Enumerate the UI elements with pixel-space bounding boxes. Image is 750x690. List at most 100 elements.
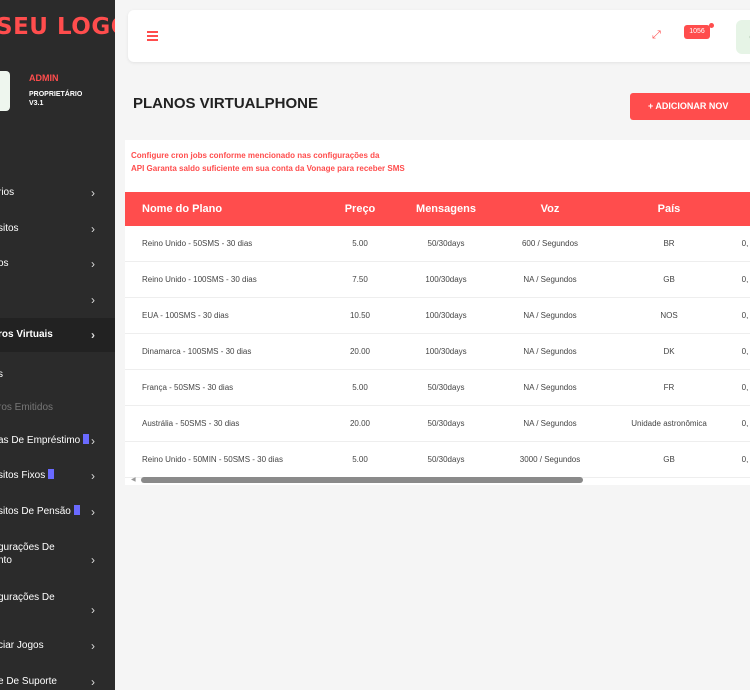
- notice-line: Configure cron jobs conforme mencionado …: [131, 151, 380, 160]
- cell-voice: 600 / Segundos: [487, 226, 613, 262]
- cell-country: GB: [613, 261, 725, 298]
- cell-price: 5.00: [315, 441, 405, 478]
- sidebar-item-fixed-deposits[interactable]: sitos Fixos ›: [0, 467, 115, 485]
- table-row: Austrália - 50SMS - 30 dias 20.00 50/30day…: [125, 405, 750, 442]
- cell-plan-name: Austrália - 50SMS - 30 dias: [125, 405, 315, 442]
- plans-table: Nome do Plano Preço Mensagens Voz País R…: [125, 192, 750, 478]
- sidebar: SEU LOGO ADMIN PROPRIETÁRIO V3.1 l rios ›…: [0, 0, 115, 690]
- version-label: V3.1: [29, 100, 44, 107]
- column-header-price[interactable]: Preço: [315, 192, 405, 226]
- sidebar-item-label: s: [0, 369, 3, 380]
- cell-price: 7.50: [315, 261, 405, 298]
- notice-line: API Garanta saldo suficiente em sua cont…: [131, 164, 405, 173]
- cron-notice: Configure cron jobs conforme mencionado …: [131, 149, 405, 175]
- sidebar-item-withdrawals[interactable]: os ›: [0, 255, 115, 273]
- cell-price: 20.00: [315, 333, 405, 370]
- sidebar-item-label: ciar Jogos: [0, 640, 44, 651]
- cell-truncated: 0,: [725, 405, 750, 442]
- sidebar-item-label: sitos: [0, 223, 19, 234]
- sidebar-item-label: e De Suporte: [0, 676, 57, 687]
- cell-truncated: 0,: [725, 226, 750, 262]
- sidebar-item-virtual-numbers[interactable]: ros Virtuais ›: [0, 318, 115, 352]
- sidebar-item-label: gurações De: [0, 592, 55, 603]
- sidebar-item-label: ros Virtuais: [0, 329, 53, 340]
- sidebar-item-label: gurações De nto: [0, 542, 55, 566]
- cell-price: 10.50: [315, 297, 405, 334]
- sidebar-item-deposits[interactable]: sitos ›: [0, 220, 115, 238]
- sidebar-item-pension-deposits[interactable]: sitos De Pensão ›: [0, 503, 115, 521]
- cell-plan-name: Reino Unido - 50SMS - 30 dias: [125, 226, 315, 262]
- column-header-truncated[interactable]: [725, 192, 750, 226]
- cell-voice: NA / Segundos: [487, 297, 613, 334]
- brand-logo: SEU LOGO: [0, 14, 115, 40]
- chevron-right-icon: ›: [91, 293, 95, 307]
- sidebar-item-label: sitos Fixos: [0, 470, 46, 481]
- chevron-right-icon: ›: [91, 434, 95, 448]
- column-header-country[interactable]: País: [613, 192, 725, 226]
- sidebar-item-manage-games[interactable]: ciar Jogos ›: [0, 637, 115, 655]
- cell-country: DK: [613, 333, 725, 370]
- cell-plan-name: EUA - 100SMS - 30 dias: [125, 297, 315, 334]
- column-header-voice[interactable]: Voz: [487, 192, 613, 226]
- add-new-button[interactable]: + ADICIONAR NOV: [630, 93, 750, 120]
- new-badge-icon: [73, 505, 80, 515]
- table-row: Reino Unido - 50MIN - 50SMS - 30 dias 5.0…: [125, 441, 750, 478]
- plans-card: Configure cron jobs conforme mencionado …: [125, 140, 750, 485]
- chevron-right-icon: ›: [91, 257, 95, 271]
- cell-messages: 100/30days: [405, 261, 487, 298]
- sidebar-item-unlabeled[interactable]: ›: [0, 291, 115, 309]
- sidebar-item-users[interactable]: rios ›: [0, 184, 115, 202]
- cell-country: NOS: [613, 297, 725, 334]
- sidebar-subitem-plans[interactable]: s: [0, 366, 115, 384]
- horizontal-scrollbar[interactable]: ◀: [125, 476, 750, 484]
- cell-price: 5.00: [315, 226, 405, 262]
- cell-messages: 100/30days: [405, 297, 487, 334]
- sidebar-item-label: sitos De Pensão: [0, 506, 71, 517]
- column-header-messages[interactable]: Mensagens: [405, 192, 487, 226]
- scroll-left-arrow-icon[interactable]: ◀: [131, 476, 136, 483]
- cell-plan-name: Reino Unido - 50MIN - 50SMS - 30 dias: [125, 441, 315, 478]
- sidebar-item-label: as De Empréstimo: [0, 435, 81, 446]
- cell-messages: 50/30days: [405, 226, 487, 262]
- chevron-right-icon: ›: [91, 603, 95, 617]
- sidebar-subitem-issued-numbers[interactable]: ros Emitidos: [0, 399, 115, 417]
- sidebar-item-support-tickets[interactable]: e De Suporte ›: [0, 673, 115, 690]
- cell-plan-name: França - 50SMS - 30 dias: [125, 369, 315, 406]
- chevron-right-icon: ›: [91, 186, 95, 200]
- sidebar-item-label: os: [0, 258, 9, 269]
- chevron-right-icon: ›: [91, 505, 95, 519]
- user-avatar[interactable]: ☺: [736, 20, 750, 54]
- chevron-right-icon: ›: [91, 675, 95, 689]
- avatar[interactable]: [0, 71, 10, 111]
- menu-icon[interactable]: [147, 31, 158, 43]
- user-avatar-icon: ☺: [746, 26, 750, 47]
- cell-voice: NA / Segundos: [487, 369, 613, 406]
- owner-label: PROPRIETÁRIO: [29, 91, 83, 98]
- cell-truncated: 0,: [725, 333, 750, 370]
- chevron-right-icon: ›: [91, 222, 95, 236]
- cell-messages: 50/30days: [405, 405, 487, 442]
- sidebar-item-other-settings[interactable]: gurações De ›: [0, 591, 115, 621]
- topbar: ⤢ 1056 ☺: [128, 10, 750, 62]
- cell-truncated: 0,: [725, 261, 750, 298]
- cell-truncated: 0,: [725, 297, 750, 334]
- sidebar-item-payment-settings[interactable]: gurações De nto ›: [0, 541, 115, 571]
- sidebar-item-label: ros Emitidos: [0, 402, 54, 413]
- notification-dot-icon: [709, 23, 714, 28]
- scrollbar-thumb[interactable]: [141, 477, 583, 483]
- sidebar-item-loan-plans[interactable]: as De Empréstimo ›: [0, 432, 115, 450]
- sidebar-item-dashboard[interactable]: l: [0, 149, 115, 167]
- chevron-right-icon: ›: [91, 553, 95, 567]
- cell-voice: NA / Segundos: [487, 405, 613, 442]
- cell-voice: 3000 / Segundos: [487, 441, 613, 478]
- table-row: EUA - 100SMS - 30 dias 10.50 100/30days NA …: [125, 297, 750, 334]
- notification-count-badge[interactable]: 1056: [684, 25, 710, 39]
- fullscreen-icon[interactable]: ⤢: [652, 29, 661, 42]
- new-badge-icon: [83, 434, 90, 444]
- cell-country: Unidade astronômica: [613, 405, 725, 442]
- cell-truncated: 0,: [725, 369, 750, 406]
- column-header-plan-name[interactable]: Nome do Plano: [125, 192, 315, 226]
- cell-messages: 50/30days: [405, 441, 487, 478]
- user-role: ADMIN: [29, 73, 59, 83]
- chevron-right-icon: ›: [91, 469, 95, 483]
